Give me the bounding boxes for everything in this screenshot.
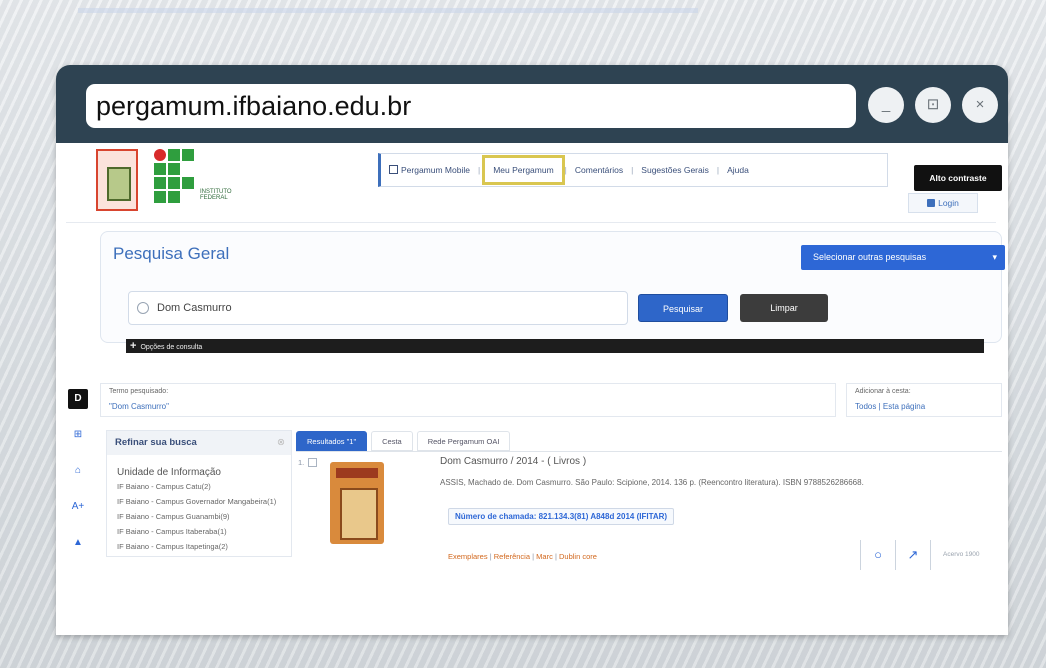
search-icon bbox=[137, 302, 149, 314]
tab-cesta[interactable]: Cesta bbox=[371, 431, 413, 451]
minimize-button[interactable]: _ bbox=[868, 87, 904, 123]
institution-logo[interactable]: INSTITUTO FEDERAL bbox=[96, 149, 256, 215]
add-to-basket-box: Adicionar à cesta: Todos | Esta página bbox=[846, 383, 1002, 417]
result-number: 1. bbox=[298, 458, 305, 467]
comment-icon[interactable]: ○ bbox=[869, 546, 887, 564]
top-strip bbox=[78, 8, 698, 13]
unit-facet-item[interactable]: IF Baiano - Campus Itapetinga(2) bbox=[117, 542, 277, 552]
add-to-basket-links: Todos | Esta página bbox=[855, 402, 926, 411]
searched-term-value: "Dom Casmurro" bbox=[109, 402, 169, 411]
close-button[interactable]: × bbox=[962, 87, 998, 123]
high-contrast-button[interactable]: Alto contraste bbox=[914, 165, 1002, 191]
result-tools: ○ ↗ Acervo 1900 bbox=[852, 540, 980, 570]
call-number: Número de chamada: 821.134.3(81) A848d 2… bbox=[448, 508, 675, 525]
nav-item-sugestoes[interactable]: Sugestões Gerais bbox=[633, 165, 717, 175]
acervo-label: Acervo 1900 bbox=[943, 551, 980, 558]
dublin-core-link[interactable]: Dublin core bbox=[559, 552, 597, 561]
search-button[interactable]: Pesquisar bbox=[638, 294, 728, 322]
marc-link[interactable]: Marc bbox=[536, 552, 553, 561]
nav-item-meu-pergamum[interactable]: Meu Pergamum bbox=[482, 155, 565, 185]
result-description: ASSIS, Machado de. Dom Casmurro. São Pau… bbox=[440, 478, 864, 487]
result-checkbox[interactable] bbox=[308, 458, 317, 467]
unit-facet-item[interactable]: IF Baiano - Campus Governador Mangabeira… bbox=[117, 497, 277, 507]
nav-item-mobile[interactable]: Pergamum Mobile bbox=[381, 165, 478, 175]
search-options-toggle[interactable]: + Opções de consulta bbox=[126, 339, 984, 353]
refine-header: Refinar sua busca ⊗ bbox=[107, 431, 291, 455]
add-to-basket-label: Adicionar à cesta: bbox=[855, 388, 911, 395]
unit-facet-item[interactable]: IF Baiano - Campus Guanambi(9) bbox=[117, 512, 277, 522]
result-title[interactable]: Dom Casmurro / 2014 - ( Livros ) bbox=[440, 456, 586, 467]
lock-icon bbox=[927, 199, 936, 207]
unit-facet-title: Unidade de Informação bbox=[117, 467, 221, 478]
tab-results[interactable]: Resultados "1" bbox=[296, 431, 368, 451]
logo-subtitle: INSTITUTO FEDERAL bbox=[200, 189, 232, 201]
book-cover-image[interactable] bbox=[330, 462, 384, 544]
search-input[interactable]: Dom Casmurro bbox=[128, 291, 628, 325]
referencia-link[interactable]: Referência bbox=[494, 552, 530, 561]
basket-all-link[interactable]: Todos bbox=[855, 402, 876, 411]
results-list: 1. Dom Casmurro / 2014 - ( Livros ) ASSI… bbox=[296, 451, 1002, 570]
divider bbox=[66, 222, 996, 223]
url-bar[interactable]: pergamum.ifbaiano.edu.br bbox=[86, 84, 856, 128]
if-logo-icon bbox=[154, 149, 194, 211]
nav-item-ajuda[interactable]: Ajuda bbox=[719, 165, 757, 175]
browser-window: pergamum.ifbaiano.edu.br _ ⊡ × INSTITUTO… bbox=[56, 65, 1008, 635]
collapse-icon[interactable]: ⊗ bbox=[277, 431, 285, 455]
maximize-button[interactable]: ⊡ bbox=[915, 87, 951, 123]
clear-button[interactable]: Limpar bbox=[740, 294, 828, 322]
chevron-down-icon: ▾ bbox=[992, 252, 997, 262]
searched-term-label: Termo pesquisado: bbox=[109, 388, 169, 395]
refine-panel: Refinar sua busca ⊗ Unidade de Informação… bbox=[106, 430, 292, 557]
tab-rede-oai[interactable]: Rede Pergamum OAI bbox=[416, 431, 511, 451]
font-size-icon[interactable]: A+ bbox=[68, 497, 88, 517]
unit-facet-item[interactable]: IF Baiano - Campus Catu(2) bbox=[117, 482, 277, 492]
browser-titlebar: pergamum.ifbaiano.edu.br _ ⊡ × bbox=[56, 65, 1008, 143]
plus-icon: + bbox=[130, 340, 137, 352]
top-nav: Pergamum Mobile | Meu Pergamum | Comentá… bbox=[378, 153, 888, 187]
nav-item-comentarios[interactable]: Comentários bbox=[567, 165, 631, 175]
accessibility-toolbar: D ⊞ ⌂ A+ ▲ bbox=[68, 389, 90, 569]
scroll-top-icon[interactable]: ▲ bbox=[68, 533, 88, 553]
print-icon[interactable]: ⊞ bbox=[68, 425, 88, 445]
basket-this-page-link[interactable]: Esta página bbox=[883, 402, 925, 411]
exemplares-link[interactable]: Exemplares bbox=[448, 552, 488, 561]
unit-facet-item[interactable]: IF Baiano - Campus Itaberaba(1) bbox=[117, 527, 277, 537]
select-other-searches-dropdown[interactable]: Selecionar outras pesquisas ▾ bbox=[801, 245, 1005, 270]
result-tabs: Resultados "1" Cesta Rede Pergamum OAI bbox=[296, 431, 514, 451]
searched-term-box: Termo pesquisado: "Dom Casmurro" bbox=[100, 383, 836, 417]
result-links: Exemplares | Referência | Marc | Dublin … bbox=[448, 552, 597, 561]
home-icon[interactable]: ⌂ bbox=[68, 461, 88, 481]
search-title: Pesquisa Geral bbox=[113, 244, 234, 264]
shield-logo-icon bbox=[96, 149, 138, 211]
chart-icon[interactable]: ↗ bbox=[904, 546, 922, 564]
contrast-toggle-icon[interactable]: D bbox=[68, 389, 88, 409]
home-icon bbox=[389, 165, 398, 174]
login-button[interactable]: Login bbox=[908, 193, 978, 213]
